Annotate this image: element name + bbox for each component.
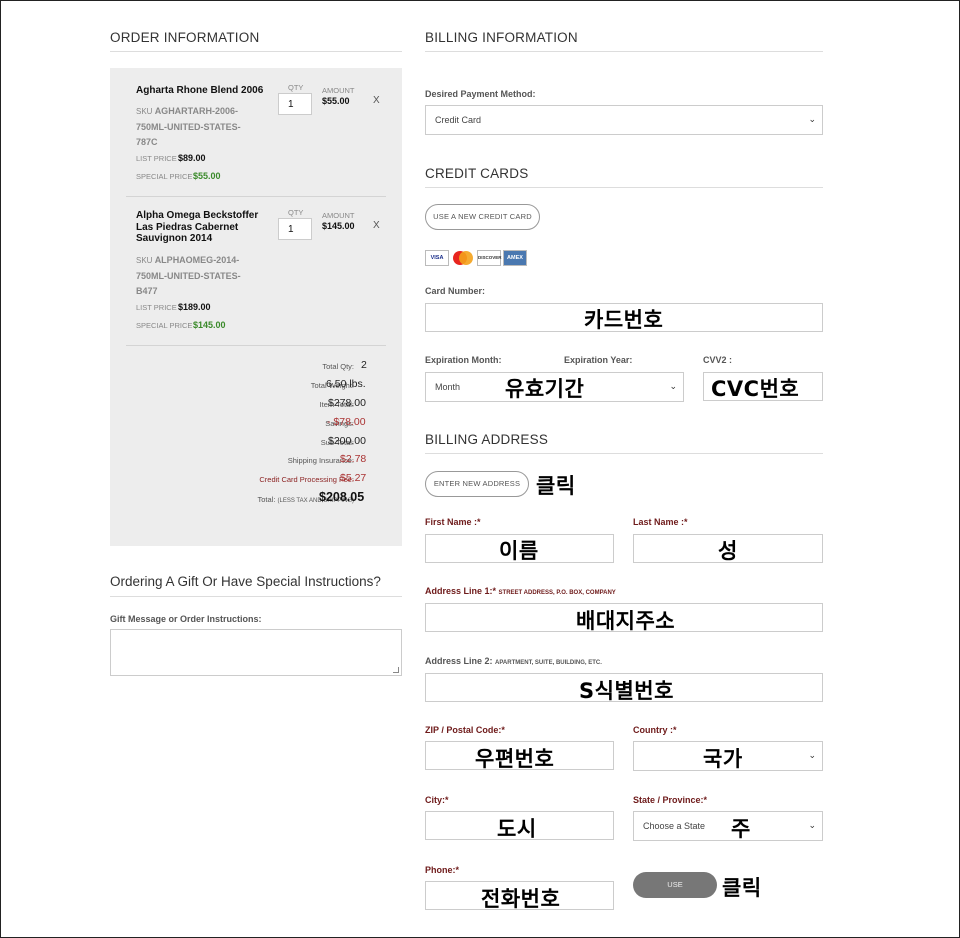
chevron-down-icon: ⌄: [808, 820, 816, 830]
total-qty-label: Total Qty:: [322, 362, 354, 371]
address1-annotation: 배대지주소: [576, 609, 676, 633]
state-select[interactable]: Choose a State ⌄: [633, 811, 823, 841]
item-divider: [126, 196, 386, 197]
gift-message-textarea[interactable]: [110, 629, 402, 676]
item-2-remove-button[interactable]: X: [373, 220, 380, 231]
sub-total: $200.00: [328, 435, 366, 447]
item-2-sku: SKU ALPHAOMEG-2014- 750ML-UNITED-STATES-…: [136, 255, 241, 296]
address2-annotation: S식별번호: [579, 679, 674, 703]
item-1-amount-label: AMOUNT: [322, 86, 355, 95]
item-1-qty-label: QTY: [288, 83, 304, 92]
total-qty: 2: [361, 359, 367, 371]
insurance: $2.78: [340, 453, 367, 465]
billing-address-title: BILLING ADDRESS: [425, 432, 549, 447]
item-1-special-price: $55.00: [193, 171, 221, 181]
billing-title-divider: [425, 51, 823, 52]
item-1-qty-input[interactable]: 1: [278, 93, 312, 115]
savings: - $78.00: [327, 416, 366, 428]
item-2-amount-label: AMOUNT: [322, 211, 355, 220]
city-label: City:*: [425, 795, 449, 805]
item-2-special-price-label: SPECIAL PRICE: [136, 321, 193, 330]
last-name-label: Last Name :*: [633, 517, 688, 527]
item-2-qty-input[interactable]: 1: [278, 218, 312, 240]
payment-method-select[interactable]: Credit Card ⌄: [425, 105, 823, 135]
totals-divider: [126, 345, 386, 346]
use-new-card-button[interactable]: USE A NEW CREDIT CARD: [425, 204, 540, 230]
mastercard-icon: [451, 250, 475, 266]
card-number-label: Card Number:: [425, 286, 486, 296]
last-name-annotation: 성: [718, 539, 738, 563]
state-annotation: 주: [731, 817, 751, 841]
country-label: Country :*: [633, 725, 677, 735]
credit-cards-title: CREDIT CARDS: [425, 166, 529, 181]
billing-address-divider: [425, 453, 823, 454]
item-2-special-price: $145.00: [193, 320, 226, 330]
visa-icon: VISA: [425, 250, 449, 266]
discover-icon: DISCOVER: [477, 250, 502, 266]
item-1-name[interactable]: Agharta Rhone Blend 2006: [136, 85, 263, 97]
item-2-list-price: $189.00: [178, 302, 211, 312]
country-annotation: 국가: [703, 747, 743, 771]
item-total: $278.00: [328, 397, 366, 409]
cvc-annotation: CVC번호: [711, 377, 800, 401]
state-label: State / Province:*: [633, 795, 708, 805]
item-2-list-price-label: LIST PRICE: [136, 303, 177, 312]
payment-method-label: Desired Payment Method:: [425, 89, 536, 99]
billing-section-title: BILLING INFORMATION: [425, 30, 578, 45]
payment-method-value: Credit Card: [435, 115, 482, 125]
click-address-annotation: 클릭: [536, 474, 576, 498]
item-2-name[interactable]: Alpha Omega Beckstoffer Las Piedras Cabe…: [136, 210, 258, 245]
credit-cards-divider: [425, 187, 823, 188]
order-section-title: ORDER INFORMATION: [110, 30, 260, 45]
item-1-amount: $55.00: [322, 96, 350, 106]
item-1-list-price: $89.00: [178, 153, 206, 163]
first-name-annotation: 이름: [499, 539, 539, 563]
order-title-divider: [110, 51, 402, 52]
item-1-sku: SKU AGHARTARH-2006- 750ML-UNITED-STATES-…: [136, 106, 241, 147]
chevron-down-icon: ⌄: [808, 114, 816, 124]
city-annotation: 도시: [497, 817, 537, 841]
cvv-label: CVV2 :: [703, 355, 733, 365]
chevron-down-icon: ⌄: [808, 750, 816, 760]
item-1-special-price-label: SPECIAL PRICE: [136, 172, 193, 181]
click-use-annotation: 클릭: [722, 876, 762, 900]
gift-title-divider: [110, 596, 402, 597]
exp-month-value: Month: [435, 382, 461, 392]
total-weight: 6.50 lbs.: [326, 378, 366, 390]
zip-annotation: 우편번호: [475, 747, 555, 771]
grand-total: $208.05: [319, 490, 365, 504]
use-address-button[interactable]: USE: [633, 872, 717, 898]
exp-year-label: Expiration Year:: [564, 355, 633, 365]
item-1-remove-button[interactable]: X: [373, 95, 380, 106]
amex-icon: AMEX: [503, 250, 527, 266]
enter-new-address-button[interactable]: ENTER NEW ADDRESS: [425, 471, 529, 497]
resize-grip-icon[interactable]: [393, 667, 399, 673]
exp-month-label: Expiration Month:: [425, 355, 502, 365]
address2-label: Address Line 2: APARTMENT, SUITE, BUILDI…: [425, 656, 602, 666]
item-2-qty-label: QTY: [288, 208, 304, 217]
chevron-down-icon: ⌄: [669, 381, 677, 391]
card-number-annotation: 카드번호: [584, 308, 664, 332]
gift-message-label: Gift Message or Order Instructions:: [110, 614, 262, 624]
cc-fee: $5.27: [340, 472, 367, 484]
first-name-label: First Name :*: [425, 517, 481, 527]
zip-label: ZIP / Postal Code:*: [425, 725, 505, 735]
gift-section-title: Ordering A Gift Or Have Special Instruct…: [110, 574, 381, 589]
phone-label: Phone:*: [425, 865, 460, 875]
item-1-list-price-label: LIST PRICE: [136, 154, 177, 163]
state-value: Choose a State: [643, 821, 706, 831]
address1-label: Address Line 1:* STREET ADDRESS, P.O. BO…: [425, 586, 616, 596]
item-2-amount: $145.00: [322, 221, 355, 231]
phone-annotation: 전화번호: [481, 887, 561, 911]
expiry-annotation: 유효기간: [505, 377, 585, 401]
